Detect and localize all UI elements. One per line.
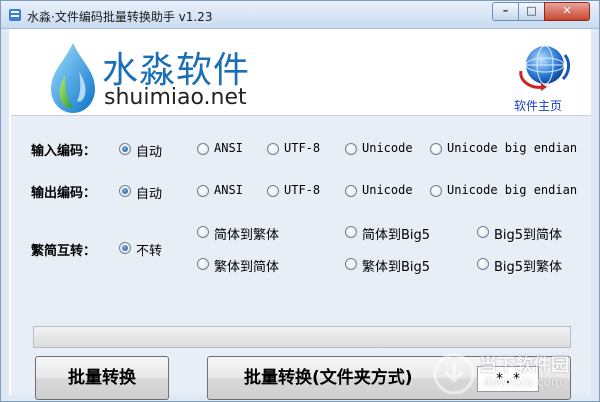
close-button[interactable]: ✕ [544,2,590,21]
radio-label: Big5到繁体 [494,260,563,275]
title-bar[interactable]: 水淼·文件编码批量转换助手 v1.23 – □ ✕ [1,1,599,29]
radio-checked-icon [119,242,131,254]
radio-unchecked-icon [197,185,209,197]
radio-checked-icon [119,143,131,155]
output-encoding-label: 输出编码： [31,186,97,201]
radio-label: Big5到简体 [494,228,563,243]
radio-label: Unicode big endian [447,183,578,197]
input-encoding-label: 输入编码： [31,144,97,159]
radio-unchecked-icon [430,185,442,197]
radio-label: 繁体到简体 [214,260,280,275]
radio-label: 简体到Big5 [362,228,431,243]
close-icon: ✕ [562,4,572,17]
radio-unchecked-icon [197,226,209,238]
minimize-button[interactable]: – [492,2,519,21]
radio-unchecked-icon [477,226,489,238]
progress-bar [33,326,571,348]
watermark-text-en: downxia.com [483,375,563,389]
homepage-link[interactable]: 软件主页 [514,97,562,114]
brand-header: 水淼软件 shuimiao.net 软件主页 [9,29,591,115]
radio-label: 繁体到Big5 [362,260,431,275]
app-window: 水淼·文件编码批量转换助手 v1.23 – □ ✕ 水淼软件 shuimiao.… [0,0,600,402]
radio-label: Unicode big endian [447,141,578,155]
globe-icon[interactable] [517,41,571,91]
radio-unchecked-icon [197,143,209,155]
radio-label: 自动 [136,187,163,202]
radio-label: 自动 [136,145,163,160]
watermark: 当下软件园 downxia.com [423,351,593,397]
radio-checked-icon [119,185,131,197]
radio-unchecked-icon [430,143,442,155]
radio-label: 不转 [136,244,163,259]
radio-unchecked-icon [345,258,357,270]
maximize-icon: □ [526,4,537,17]
app-icon [9,9,21,21]
conversion-label: 繁简互转： [31,244,97,259]
radio-unchecked-icon [267,185,279,197]
watermark-text-cn: 当下软件园 [479,355,569,376]
radio-label: ANSI [214,183,243,197]
radio-label: ANSI [214,141,243,155]
radio-label: UTF-8 [284,141,321,155]
maximize-button[interactable]: □ [518,2,545,21]
radio-unchecked-icon [477,258,489,270]
radio-label: Unicode [362,183,413,197]
radio-unchecked-icon [345,185,357,197]
client-area: 水淼软件 shuimiao.net 软件主页 输入编码： 自动 ANSI UTF… [9,29,593,400]
radio-label: UTF-8 [284,183,321,197]
radio-label: 简体到繁体 [214,228,280,243]
brand-domain: shuimiao.net [104,85,247,110]
radio-label: Unicode [362,141,413,155]
radio-unchecked-icon [197,258,209,270]
radio-unchecked-icon [345,226,357,238]
minimize-icon: – [502,4,509,17]
radio-unchecked-icon [345,143,357,155]
window-title: 水淼·文件编码批量转换助手 v1.23 [27,10,213,24]
batch-convert-button[interactable]: 批量转换 [35,356,169,400]
watermark-logo-icon [433,353,475,395]
water-drop-logo-icon [51,43,95,113]
radio-unchecked-icon [267,143,279,155]
